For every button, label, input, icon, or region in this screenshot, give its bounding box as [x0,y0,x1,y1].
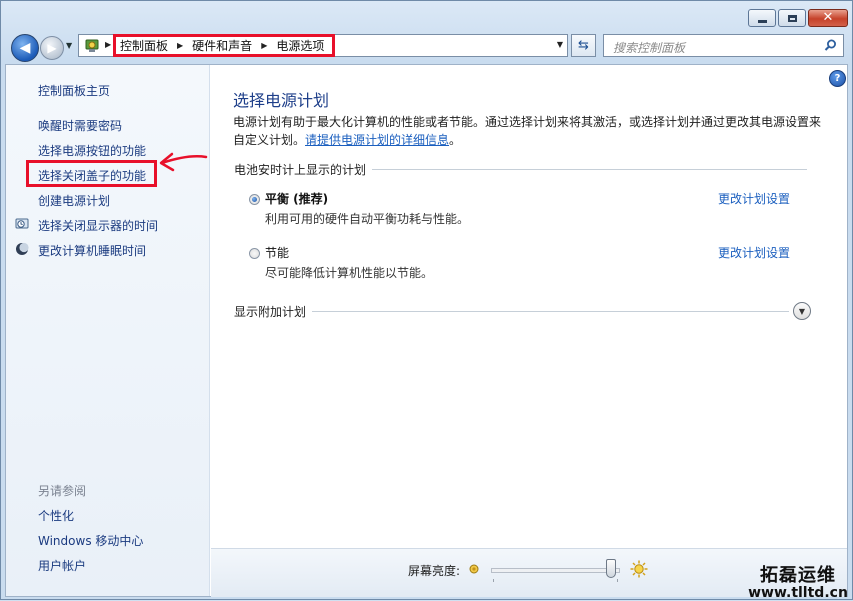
sidebar-link-create-plan[interactable]: 创建电源计划 [38,192,110,209]
sidebar-link-display-off-time[interactable]: 选择关闭显示器的时间 [38,217,158,234]
minimize-icon [757,19,767,23]
show-additional-plans-label[interactable]: 显示附加计划 [234,303,313,320]
close-button[interactable]: ✕ [808,9,848,27]
plan-balanced-name[interactable]: 平衡 (推荐) [265,190,328,207]
page-description: 电源计划有助于最大化计算机的性能或者节能。通过选择计划来将其激活，或选择计划并通… [233,113,823,149]
moon-icon [16,242,29,255]
arrow-left-icon: ◀ [19,40,31,56]
address-bar[interactable]: ▶ 控制面板 ▶ 硬件和声音 ▶ 电源选项 ▼ [78,34,568,57]
chevron-down-icon: ▼ [798,306,806,316]
plan-balanced-settings-link[interactable]: 更改计划设置 [718,190,790,207]
description-end: 。 [449,133,462,147]
content-frame: 控制面板主页 唤醒时需要密码 选择电源按钮的功能 选择关闭盖子的功能 创建电源计… [5,64,848,597]
help-icon: ? [834,73,841,84]
slider-tick [617,579,618,582]
breadcrumb-separator-icon[interactable]: ▶ [261,41,267,50]
search-icon[interactable] [824,39,837,52]
watermark: 拓磊运维 www.tlltd.cn [743,561,853,601]
display-clock-icon [15,218,29,229]
control-panel-window: ✕ ◀ ▶ ▼ ▶ 控制面板 ▶ 硬件和声音 ▶ 电源选项 ▼ ⇆ 搜索控制面板… [0,0,853,601]
sidebar-link-power-button[interactable]: 选择电源按钮的功能 [38,142,146,159]
maximize-button[interactable] [778,9,806,27]
sidebar-link-sleep-time[interactable]: 更改计算机睡眠时间 [38,242,146,259]
breadcrumb-item-power-options[interactable]: 电源选项 [276,37,324,54]
search-box[interactable]: 搜索控制面板 [603,34,844,57]
annotation-highlight-box [26,160,157,187]
chevron-down-icon: ▼ [66,41,73,50]
slider-tick [493,579,494,582]
arrow-right-icon: ▶ [47,41,57,55]
dim-brightness-icon [469,564,479,574]
breadcrumb: 控制面板 ▶ 硬件和声音 ▶ 电源选项 [113,34,336,57]
sidebar-link-wake-password[interactable]: 唤醒时需要密码 [38,117,122,134]
recent-pages-dropdown[interactable]: ▼ [66,41,72,50]
back-button[interactable]: ◀ [11,34,39,62]
breadcrumb-separator-icon[interactable]: ▶ [177,41,183,50]
section-heading-battery-plans: 电池安时计上显示的计划 [234,161,373,178]
close-icon: ✕ [822,10,834,25]
watermark-title: 拓磊运维 [760,565,836,586]
breadcrumb-item-control-panel[interactable]: 控制面板 [120,37,168,54]
maximize-icon [787,14,797,22]
caption-buttons: ✕ [746,9,848,27]
search-input[interactable]: 搜索控制面板 [613,39,685,56]
refresh-icon: ⇆ [578,38,589,53]
expand-plans-button[interactable]: ▼ [793,302,811,320]
see-also-heading: 另请参阅 [38,484,87,498]
task-pane: 控制面板主页 唤醒时需要密码 选择电源按钮的功能 选择关闭盖子的功能 创建电源计… [6,65,210,596]
plan-balanced-description: 利用可用的硬件自动平衡功耗与性能。 [265,212,470,226]
forward-button[interactable]: ▶ [40,36,64,60]
plan-power-saver-settings-link[interactable]: 更改计划设置 [718,244,790,261]
sidebar-link-personalization[interactable]: 个性化 [38,507,74,524]
watermark-url: www.tlltd.cn [748,585,848,601]
sidebar-link-mobility-center[interactable]: Windows 移动中心 [38,532,143,549]
plan-power-saver-description: 尽可能降低计算机性能以节能。 [265,266,434,280]
refresh-button[interactable]: ⇆ [571,34,596,57]
sidebar-link-control-panel-home[interactable]: 控制面板主页 [38,82,110,99]
annotation-arrow-icon [159,152,208,172]
plan-power-saver-radio[interactable] [249,248,260,259]
breadcrumb-item-hardware-sound[interactable]: 硬件和声音 [192,37,252,54]
address-history-dropdown-icon[interactable]: ▼ [557,40,563,49]
breadcrumb-root-arrow-icon[interactable]: ▶ [105,40,111,49]
plan-balanced-radio[interactable] [249,194,260,205]
brightness-slider-track[interactable] [491,568,620,573]
plan-power-saver-name[interactable]: 节能 [265,244,289,261]
more-plans-divider [234,311,789,312]
brightness-slider-thumb[interactable] [605,559,616,578]
plan-details-link[interactable]: 请提供电源计划的详细信息 [305,133,449,147]
help-button[interactable]: ? [829,70,846,87]
sidebar-link-user-accounts[interactable]: 用户帐户 [38,557,86,574]
brightness-label: 屏幕亮度: [408,564,461,578]
page-title: 选择电源计划 [233,91,330,110]
control-panel-icon [85,39,99,52]
minimize-button[interactable] [748,9,776,27]
bright-brightness-icon [630,560,648,578]
